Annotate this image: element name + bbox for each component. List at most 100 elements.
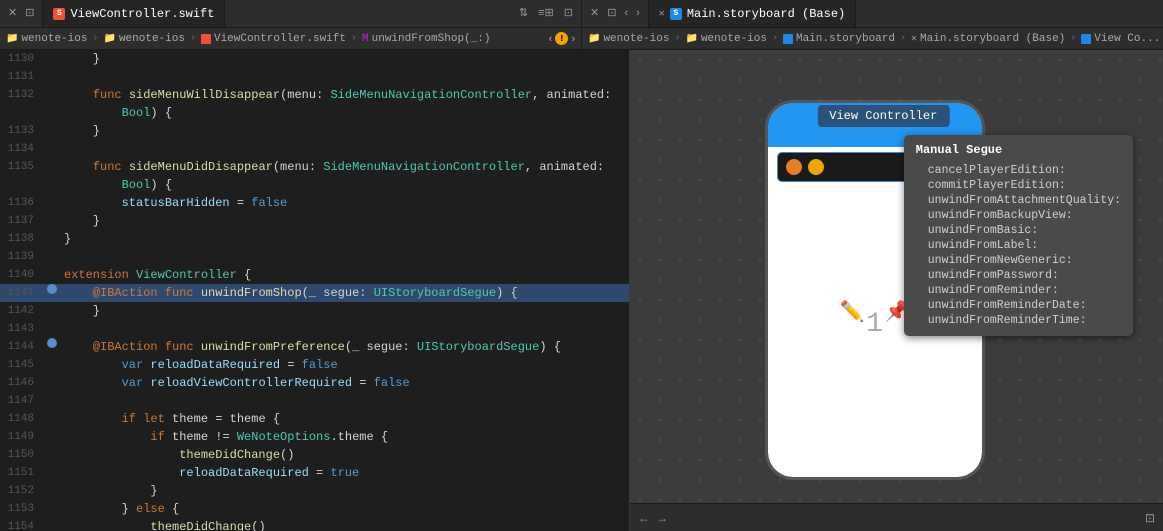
storyboard-tab-close[interactable]: ✕ [659,8,665,20]
code-line-1149: 1149 if theme != WeNoteOptions.theme { [0,428,629,446]
code-line-1132b: Bool) { [0,104,629,122]
breadcrumb-left-items: 📁 wenote-ios › 📁 wenote-ios › ViewContro… [6,33,490,45]
breakpoint-1141[interactable] [47,284,57,294]
segue-item-reminder-time[interactable]: unwindFromReminderTime: [916,313,1121,328]
sb-toolbar-left: ← → [638,511,668,525]
bc-r-wenote-1[interactable]: wenote-ios [603,33,669,45]
bc-r-wenote-2[interactable]: wenote-ios [701,33,767,45]
breadcrumb-right: 📁 wenote-ios › 📁 wenote-ios › Main.story… [582,28,1163,49]
bc-nav-back[interactable]: ‹ [549,32,553,45]
breadcrumb-left: 📁 wenote-ios › 📁 wenote-ios › ViewContro… [0,28,582,49]
split-editor-button[interactable]: ⇅ [517,8,530,19]
code-line-1139: 1139 [0,248,629,266]
code-line-1137: 1137 } [0,212,629,230]
code-line-1138: 1138 } [0,230,629,248]
storyboard-tab-label: Main.storyboard (Base) [687,7,845,21]
view-controller-label: View Controller [817,105,949,127]
grid-button[interactable]: ≡⊞ [536,8,556,19]
segue-item-backup-view[interactable]: unwindFromBackupView: [916,208,1121,223]
bc-r-storyboard[interactable]: Main.storyboard [796,33,895,45]
conn-dot-orange[interactable] [786,159,802,175]
back-button[interactable]: ✕ [6,8,19,19]
close-tab-button[interactable]: ✕ [588,8,601,19]
breadcrumb-nav-left: ‹ ! › [549,32,575,45]
sb-toolbar-right: ⊡ [1145,511,1155,525]
conn-dot-yellow[interactable] [808,159,824,175]
bc-nav-forward[interactable]: › [571,32,575,45]
code-line-1143: 1143 [0,320,629,338]
segue-item-commit-player[interactable]: commitPlayerEdition: [916,178,1121,193]
storyboard-icon-r [783,34,793,44]
tab-label: ViewController.swift [70,7,214,21]
main-content: 1130 } 1131 1132 func sideMenuWillDisapp… [0,50,1163,531]
tab-extra-buttons: ⇅ ≡⊞ ⊡ [511,0,581,27]
segue-tooltip[interactable]: Manual Segue cancelPlayerEdition: commit… [904,135,1133,336]
bc-wenote-2[interactable]: wenote-ios [119,33,185,45]
bc-r-close-icon: ✕ [911,33,917,45]
code-line-1135b: Bool) { [0,176,629,194]
tab-bar-left: ✕ ⊡ S ViewController.swift ⇅ ≡⊞ ⊡ [0,0,582,27]
left-tab-controls: ✕ ⊡ [0,0,43,27]
swift-icon: S [53,8,65,20]
segue-item-basic[interactable]: unwindFromBasic: [916,223,1121,238]
sb-zoom-fit-button[interactable]: ⊡ [1145,511,1155,525]
bc-swift-file[interactable]: ViewController.swift [214,33,346,45]
segue-item-reminder[interactable]: unwindFromReminder: [916,283,1121,298]
storyboard-toolbar: ← → ⊡ [630,503,1163,531]
code-line-1145: 1145 var reloadDataRequired = false [0,356,629,374]
swift-file-icon [201,34,211,44]
tab-bar-right: ✕ ⊡ ‹ › ✕ S Main.storyboard (Base) [582,0,1163,27]
code-line-1146: 1146 var reloadViewControllerRequired = … [0,374,629,392]
edit-icon: ✏️ [840,299,865,325]
code-line-1136: 1136 statusBarHidden = false [0,194,629,212]
tab-main-storyboard[interactable]: ✕ S Main.storyboard (Base) [649,0,856,27]
bc-wenote-1[interactable]: wenote-ios [21,33,87,45]
breakpoint-1144[interactable] [47,338,57,348]
bc-m-icon: M [362,33,369,45]
code-line-1130: 1130 } [0,50,629,68]
segue-item-attachment-quality[interactable]: unwindFromAttachmentQuality: [916,193,1121,208]
breadcrumb-bar: 📁 wenote-ios › 📁 wenote-ios › ViewContro… [0,28,1163,50]
segue-item-password[interactable]: unwindFromPassword: [916,268,1121,283]
segue-tooltip-title: Manual Segue [916,143,1121,157]
segue-item-cancel-player[interactable]: cancelPlayerEdition: [916,163,1121,178]
nav-forward-button[interactable]: › [634,8,642,19]
bc-method[interactable]: unwindFromShop(_:) [372,33,491,45]
folder-icon-r2: 📁 [685,33,697,45]
phone-number-display: 1 [866,309,883,340]
segue-item-reminder-date[interactable]: unwindFromReminderDate: [916,298,1121,313]
code-lines-container: 1130 } 1131 1132 func sideMenuWillDisapp… [0,50,629,531]
code-line-1132: 1132 func sideMenuWillDisappear(menu: Si… [0,86,629,104]
code-line-1131: 1131 [0,68,629,86]
code-line-1141-highlighted: 1141 @IBAction func unwindFromShop(_ seg… [0,284,629,302]
breadcrumb-right-items: 📁 wenote-ios › 📁 wenote-ios › Main.story… [588,33,1160,45]
right-tab-controls: ✕ ⊡ ‹ › [582,0,649,27]
folder-icon-2: 📁 [103,33,115,45]
tab-bar: ✕ ⊡ S ViewController.swift ⇅ ≡⊞ ⊡ ✕ ⊡ ‹ … [0,0,1163,28]
storyboard-panel[interactable]: View Controller 1 ✏️ 📌 [630,50,1163,531]
storyboard-icon: S [670,8,682,20]
code-line-1152: 1152 } [0,482,629,500]
code-line-1148: 1148 if let theme = theme { [0,410,629,428]
code-line-1154: 1154 themeDidChange() [0,518,629,531]
minimap-button[interactable]: ⊡ [562,8,575,19]
segue-item-new-generic[interactable]: unwindFromNewGeneric: [916,253,1121,268]
code-line-1142: 1142 } [0,302,629,320]
code-editor: 1130 } 1131 1132 func sideMenuWillDisapp… [0,50,630,531]
storyboard-icon-r2 [1081,34,1091,44]
code-line-1140: 1140 extension ViewController { [0,266,629,284]
code-line-1144: 1144 @IBAction func unwindFromPreference… [0,338,629,356]
bc-r-storyboard-base[interactable]: Main.storyboard (Base) [920,33,1065,45]
code-line-1133: 1133 } [0,122,629,140]
bc-r-viewco[interactable]: View Co... [1094,33,1160,45]
code-line-1135: 1135 func sideMenuDidDisappear(menu: Sid… [0,158,629,176]
sb-back-button[interactable]: ← [638,511,650,525]
segue-item-label[interactable]: unwindFromLabel: [916,238,1121,253]
code-line-1147: 1147 [0,392,629,410]
sb-forward-button[interactable]: → [656,511,668,525]
folder-icon-r1: 📁 [588,33,600,45]
tab-viewcontroller-swift[interactable]: S ViewController.swift [43,0,225,27]
expand-button[interactable]: ⊡ [605,8,618,19]
split-button[interactable]: ⊡ [23,8,36,19]
nav-back-button[interactable]: ‹ [622,8,630,19]
